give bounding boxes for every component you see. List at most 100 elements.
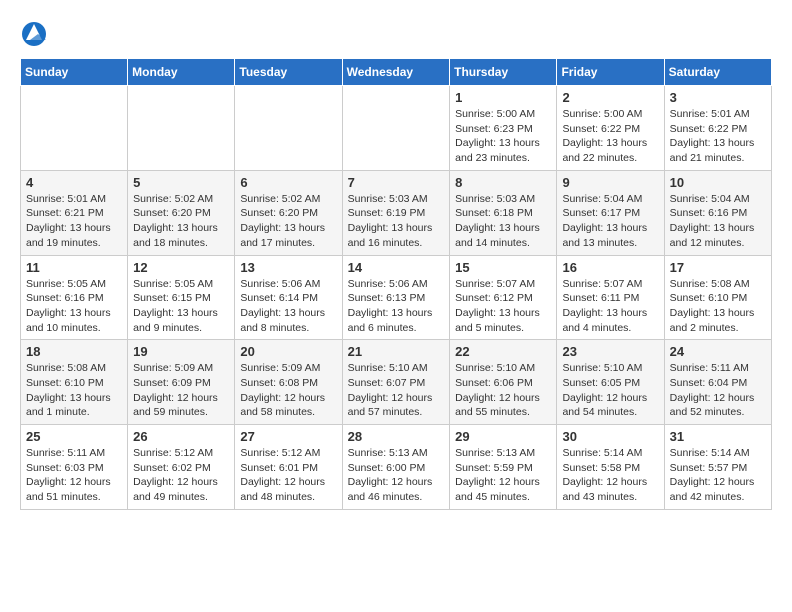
day-info: Sunrise: 5:07 AM Sunset: 6:12 PM Dayligh… [455, 277, 551, 336]
day-info: Sunrise: 5:01 AM Sunset: 6:21 PM Dayligh… [26, 192, 122, 251]
day-cell: 28 Sunrise: 5:13 AM Sunset: 6:00 PM Dayli… [342, 425, 450, 510]
day-cell: 1Sunrise: 5:00 AM Sunset: 6:23 PM Daylig… [450, 86, 557, 171]
day-cell: 26Sunrise: 5:12 AM Sunset: 6:02 PM Dayli… [128, 425, 235, 510]
day-number: 19 [133, 344, 229, 359]
page-header [20, 20, 772, 48]
day-info: Sunrise: 5:04 AM Sunset: 6:17 PM Dayligh… [562, 192, 658, 251]
day-info: Sunrise: 5:10 AM Sunset: 6:05 PM Dayligh… [562, 361, 658, 420]
day-cell: 29Sunrise: 5:13 AM Sunset: 5:59 PM Dayli… [450, 425, 557, 510]
day-cell: 6 Sunrise: 5:02 AM Sunset: 6:20 PM Daylig… [235, 170, 342, 255]
day-info: Sunrise: 5:05 AM Sunset: 6:16 PM Dayligh… [26, 277, 122, 336]
day-info: Sunrise: 5:09 AM Sunset: 6:08 PM Dayligh… [240, 361, 336, 420]
day-info: Sunrise: 5:09 AM Sunset: 6:09 PM Dayligh… [133, 361, 229, 420]
week-row-4: 18 Sunrise: 5:08 AM Sunset: 6:10 PM Dayli… [21, 340, 772, 425]
day-info: Sunrise: 5:14 AM Sunset: 5:58 PM Dayligh… [562, 446, 658, 505]
day-info: Sunrise: 5:04 AM Sunset: 6:16 PM Dayligh… [670, 192, 766, 251]
day-info: Sunrise: 5:11 AM Sunset: 6:03 PM Dayligh… [26, 446, 122, 505]
day-number: 24 [670, 344, 766, 359]
day-info: Sunrise: 5:10 AM Sunset: 6:06 PM Dayligh… [455, 361, 551, 420]
day-info: Sunrise: 5:06 AM Sunset: 6:14 PM Dayligh… [240, 277, 336, 336]
week-row-5: 25 Sunrise: 5:11 AM Sunset: 6:03 PM Dayli… [21, 425, 772, 510]
day-number: 18 [26, 344, 122, 359]
day-number: 31 [670, 429, 766, 444]
day-number: 28 [348, 429, 445, 444]
day-cell: 11 Sunrise: 5:05 AM Sunset: 6:16 PM Dayli… [21, 255, 128, 340]
day-cell [21, 86, 128, 171]
logo [20, 20, 52, 48]
day-cell: 18 Sunrise: 5:08 AM Sunset: 6:10 PM Dayli… [21, 340, 128, 425]
day-number: 4 [26, 175, 122, 190]
day-info: Sunrise: 5:08 AM Sunset: 6:10 PM Dayligh… [670, 277, 766, 336]
day-cell: 30 Sunrise: 5:14 AM Sunset: 5:58 PM Dayli… [557, 425, 664, 510]
week-row-1: 1Sunrise: 5:00 AM Sunset: 6:23 PM Daylig… [21, 86, 772, 171]
day-number: 21 [348, 344, 445, 359]
day-cell: 5 Sunrise: 5:02 AM Sunset: 6:20 PM Daylig… [128, 170, 235, 255]
day-info: Sunrise: 5:00 AM Sunset: 6:23 PM Dayligh… [455, 107, 551, 166]
col-header-wednesday: Wednesday [342, 59, 450, 86]
day-info: Sunrise: 5:06 AM Sunset: 6:13 PM Dayligh… [348, 277, 445, 336]
day-number: 25 [26, 429, 122, 444]
logo-icon [20, 20, 48, 48]
day-cell: 13 Sunrise: 5:06 AM Sunset: 6:14 PM Dayli… [235, 255, 342, 340]
day-number: 13 [240, 260, 336, 275]
col-header-friday: Friday [557, 59, 664, 86]
day-cell: 23Sunrise: 5:10 AM Sunset: 6:05 PM Dayli… [557, 340, 664, 425]
day-cell: 10 Sunrise: 5:04 AM Sunset: 6:16 PM Dayli… [664, 170, 771, 255]
day-cell [342, 86, 450, 171]
day-cell: 22 Sunrise: 5:10 AM Sunset: 6:06 PM Dayli… [450, 340, 557, 425]
day-info: Sunrise: 5:02 AM Sunset: 6:20 PM Dayligh… [133, 192, 229, 251]
day-info: Sunrise: 5:11 AM Sunset: 6:04 PM Dayligh… [670, 361, 766, 420]
day-cell: 7Sunrise: 5:03 AM Sunset: 6:19 PM Daylig… [342, 170, 450, 255]
day-cell: 25 Sunrise: 5:11 AM Sunset: 6:03 PM Dayli… [21, 425, 128, 510]
day-number: 14 [348, 260, 445, 275]
day-cell: 21Sunrise: 5:10 AM Sunset: 6:07 PM Dayli… [342, 340, 450, 425]
day-number: 27 [240, 429, 336, 444]
day-cell: 2 Sunrise: 5:00 AM Sunset: 6:22 PM Daylig… [557, 86, 664, 171]
day-number: 20 [240, 344, 336, 359]
day-number: 9 [562, 175, 658, 190]
day-cell: 17 Sunrise: 5:08 AM Sunset: 6:10 PM Dayli… [664, 255, 771, 340]
day-cell: 20 Sunrise: 5:09 AM Sunset: 6:08 PM Dayli… [235, 340, 342, 425]
col-header-sunday: Sunday [21, 59, 128, 86]
day-number: 11 [26, 260, 122, 275]
col-header-thursday: Thursday [450, 59, 557, 86]
calendar-table: SundayMondayTuesdayWednesdayThursdayFrid… [20, 58, 772, 510]
day-number: 8 [455, 175, 551, 190]
day-cell [128, 86, 235, 171]
day-number: 30 [562, 429, 658, 444]
day-info: Sunrise: 5:07 AM Sunset: 6:11 PM Dayligh… [562, 277, 658, 336]
day-cell [235, 86, 342, 171]
day-info: Sunrise: 5:14 AM Sunset: 5:57 PM Dayligh… [670, 446, 766, 505]
header-row: SundayMondayTuesdayWednesdayThursdayFrid… [21, 59, 772, 86]
day-info: Sunrise: 5:03 AM Sunset: 6:19 PM Dayligh… [348, 192, 445, 251]
day-info: Sunrise: 5:13 AM Sunset: 6:00 PM Dayligh… [348, 446, 445, 505]
day-number: 5 [133, 175, 229, 190]
day-cell: 3Sunrise: 5:01 AM Sunset: 6:22 PM Daylig… [664, 86, 771, 171]
day-cell: 4 Sunrise: 5:01 AM Sunset: 6:21 PM Daylig… [21, 170, 128, 255]
day-number: 3 [670, 90, 766, 105]
day-number: 12 [133, 260, 229, 275]
week-row-2: 4 Sunrise: 5:01 AM Sunset: 6:21 PM Daylig… [21, 170, 772, 255]
col-header-tuesday: Tuesday [235, 59, 342, 86]
day-info: Sunrise: 5:03 AM Sunset: 6:18 PM Dayligh… [455, 192, 551, 251]
day-cell: 8 Sunrise: 5:03 AM Sunset: 6:18 PM Daylig… [450, 170, 557, 255]
col-header-saturday: Saturday [664, 59, 771, 86]
day-cell: 31 Sunrise: 5:14 AM Sunset: 5:57 PM Dayli… [664, 425, 771, 510]
day-cell: 19 Sunrise: 5:09 AM Sunset: 6:09 PM Dayli… [128, 340, 235, 425]
day-info: Sunrise: 5:00 AM Sunset: 6:22 PM Dayligh… [562, 107, 658, 166]
day-info: Sunrise: 5:08 AM Sunset: 6:10 PM Dayligh… [26, 361, 122, 420]
day-number: 17 [670, 260, 766, 275]
day-info: Sunrise: 5:13 AM Sunset: 5:59 PM Dayligh… [455, 446, 551, 505]
day-cell: 27 Sunrise: 5:12 AM Sunset: 6:01 PM Dayli… [235, 425, 342, 510]
day-info: Sunrise: 5:02 AM Sunset: 6:20 PM Dayligh… [240, 192, 336, 251]
day-info: Sunrise: 5:05 AM Sunset: 6:15 PM Dayligh… [133, 277, 229, 336]
day-number: 22 [455, 344, 551, 359]
col-header-monday: Monday [128, 59, 235, 86]
day-number: 2 [562, 90, 658, 105]
day-cell: 24 Sunrise: 5:11 AM Sunset: 6:04 PM Dayli… [664, 340, 771, 425]
day-cell: 12 Sunrise: 5:05 AM Sunset: 6:15 PM Dayli… [128, 255, 235, 340]
day-info: Sunrise: 5:12 AM Sunset: 6:01 PM Dayligh… [240, 446, 336, 505]
day-number: 10 [670, 175, 766, 190]
day-number: 6 [240, 175, 336, 190]
day-info: Sunrise: 5:12 AM Sunset: 6:02 PM Dayligh… [133, 446, 229, 505]
